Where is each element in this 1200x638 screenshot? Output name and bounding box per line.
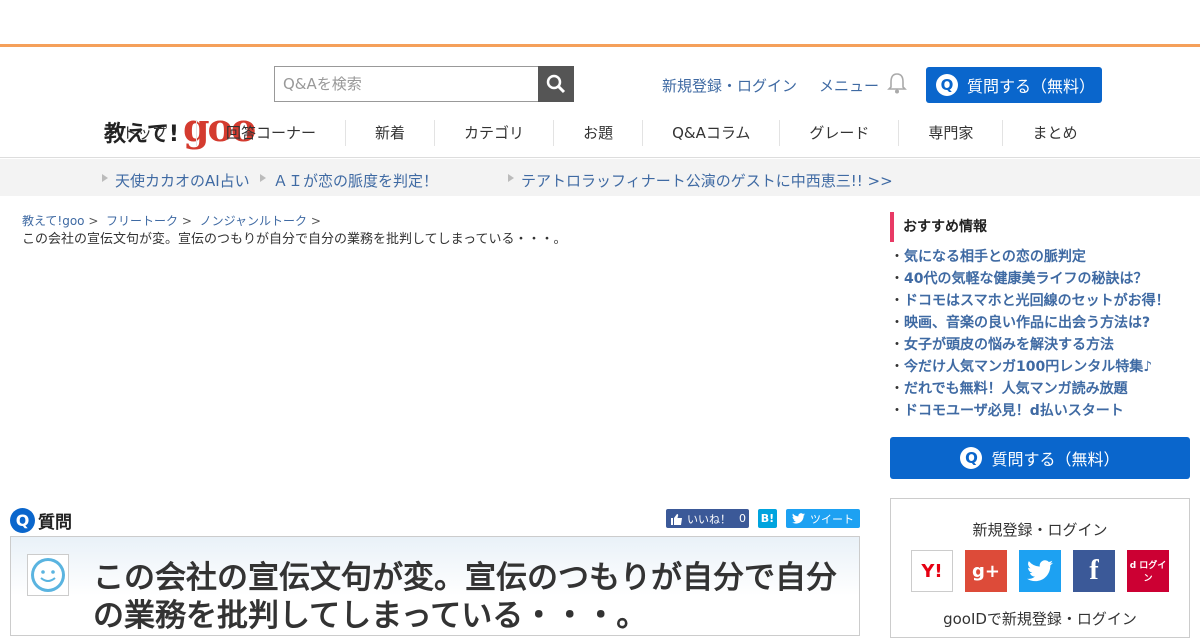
nav-item-grade[interactable]: グレード [780, 120, 900, 146]
promo-link[interactable]: 天使カカオのAI占い [102, 170, 250, 191]
q-icon: Q [960, 447, 983, 469]
recommended-item[interactable]: ・40代の気軽な健康美ライフの秘訣は？ [890, 268, 1190, 290]
twitter-login-icon[interactable] [1019, 550, 1061, 592]
main-nav: トップ 回答コーナー 新着 カテゴリ お題 Q&Aコラム グレード 専門家 まと… [104, 110, 1106, 156]
nav-item-qa-column[interactable]: Q&Aコラム [643, 120, 781, 146]
social-login-buttons: Y! g+ f d ログイン [891, 550, 1189, 592]
nav-item-summary[interactable]: まとめ [1003, 120, 1106, 146]
nav-item-top[interactable]: トップ [104, 120, 198, 146]
bell-icon[interactable] [887, 72, 907, 98]
menu-link[interactable]: メニュー [819, 75, 879, 96]
recommended-item[interactable]: ・気になる相手との恋の脈判定 [890, 246, 1190, 268]
nav-divider [0, 157, 1200, 158]
question-title: この会社の宣伝文句が変。宣伝のつもりが自分で自分の業務を批判してしまっている・・… [93, 560, 837, 634]
avatar[interactable] [27, 554, 69, 596]
goo-id-login-link[interactable]: gooIDで新規登録・ログイン [891, 608, 1189, 629]
promo-bar: 天使カカオのAI占い ＡＩが恋の脈度を判定！ テアトロラッフィナート公演のゲスト… [0, 159, 1200, 196]
facebook-login-icon[interactable]: f [1073, 550, 1115, 592]
recommended-item[interactable]: ・女子が頭皮の悩みを解決する方法 [890, 334, 1190, 356]
sidebar-ask-label: 質問する（無料） [991, 450, 1120, 469]
tweet-button[interactable]: ツイート [786, 509, 860, 528]
promo-link[interactable]: ＡＩが恋の脈度を判定！ [259, 170, 438, 191]
question-badge: Q [10, 508, 35, 533]
search-button[interactable] [538, 66, 574, 102]
breadcrumb-separator: > [181, 214, 192, 228]
q-icon: Q [936, 74, 958, 96]
breadcrumb-current: この会社の宣伝文句が変。宣伝のつもりが自分で自分の業務を批判してしまっている・・… [22, 232, 567, 247]
like-button[interactable]: いいね！ 0 [666, 509, 749, 528]
login-box: 新規登録・ログイン Y! g+ f d ログイン gooIDで新規登録・ログイン [890, 498, 1190, 638]
hatena-bookmark-button[interactable]: B! [758, 509, 777, 528]
nav-item-new[interactable]: 新着 [346, 120, 436, 146]
promo-link[interactable]: テアトロラッフィナート公演のゲストに中西恵三!! >> [508, 170, 893, 191]
sidebar-ask-question-button[interactable]: Q 質問する（無料） [890, 437, 1190, 479]
breadcrumb-item[interactable]: 教えて!goo [22, 214, 85, 228]
search-bar [274, 66, 574, 102]
top-banner-band [0, 0, 1200, 47]
thumbs-up-icon [671, 513, 682, 525]
tweet-label: ツイート [810, 512, 854, 526]
question-label: 質問 [38, 513, 72, 533]
ask-question-label: 質問する（無料） [967, 77, 1096, 96]
smiley-face-icon [31, 558, 65, 592]
recommended-item[interactable]: ・今だけ人気マンガ100円レンタル特集♪ [890, 356, 1190, 378]
search-input[interactable] [274, 66, 538, 102]
breadcrumb-item[interactable]: ノンジャンルトーク [200, 214, 307, 228]
search-icon [546, 74, 566, 94]
breadcrumb: 教えて!goo > フリートーク > ノンジャンルトーク > [22, 212, 321, 229]
breadcrumb-item[interactable]: フリートーク [106, 214, 178, 228]
twitter-bird-icon [792, 513, 805, 524]
nav-item-answer-corner[interactable]: 回答コーナー [197, 120, 347, 146]
google-plus-login-icon[interactable]: g+ [965, 550, 1007, 592]
ask-question-button[interactable]: Q 質問する（無料） [926, 67, 1102, 103]
nav-item-theme[interactable]: お題 [554, 120, 644, 146]
docomo-login-icon[interactable]: d ログイン [1127, 550, 1169, 592]
header-links: 新規登録・ログイン メニュー [662, 75, 879, 96]
sidebar: おすすめ情報 ・気になる相手との恋の脈判定 ・40代の気軽な健康美ライフの秘訣は… [890, 212, 1190, 638]
recommended-item[interactable]: ・映画、音楽の良い作品に出会う方法は? [890, 312, 1190, 334]
breadcrumb-separator: > [88, 214, 99, 228]
recommended-item[interactable]: ・だれでも無料！人気マンガ読み放題 [890, 378, 1190, 400]
like-count: 0 [739, 512, 746, 525]
recommended-item[interactable]: ・ドコモはスマホと光回線のセットがお得！ [890, 290, 1190, 312]
question-heading: Q 質問 [10, 508, 72, 533]
question-box: この会社の宣伝文句が変。宣伝のつもりが自分で自分の業務を批判してしまっている・・… [10, 536, 860, 636]
login-box-title: 新規登録・ログイン [972, 521, 1108, 539]
recommended-list: ・気になる相手との恋の脈判定 ・40代の気軽な健康美ライフの秘訣は？ ・ドコモは… [890, 246, 1190, 422]
recommended-heading: おすすめ情報 [890, 212, 1190, 242]
login-link[interactable]: 新規登録・ログイン [662, 75, 797, 96]
like-label: いいね！ [687, 512, 731, 526]
nav-item-category[interactable]: カテゴリ [435, 120, 555, 146]
nav-item-expert[interactable]: 専門家 [899, 120, 1004, 146]
breadcrumb-separator: > [310, 214, 321, 228]
yahoo-login-icon[interactable]: Y! [911, 550, 953, 592]
recommended-item[interactable]: ・ドコモユーザ必見！d払いスタート [890, 400, 1190, 422]
